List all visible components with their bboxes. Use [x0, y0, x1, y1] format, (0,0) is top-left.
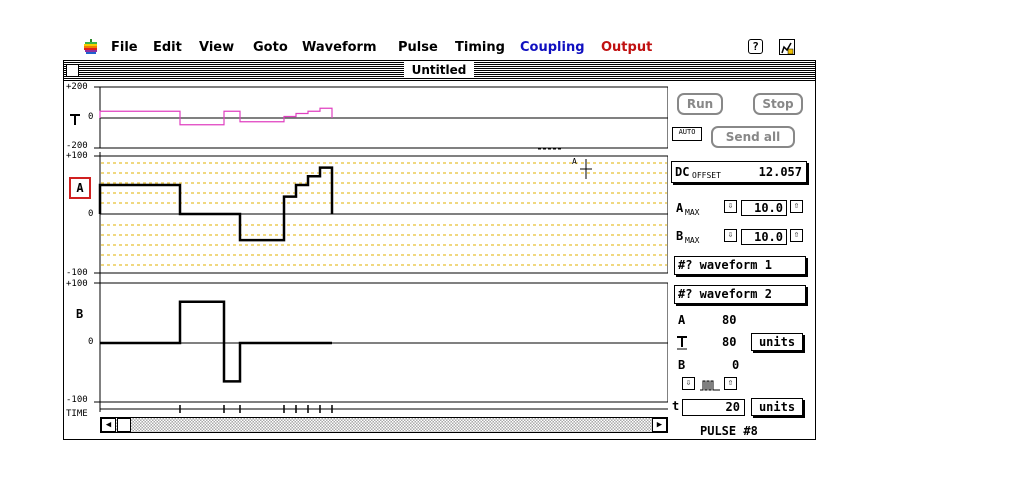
menu-goto[interactable]: Goto	[253, 40, 288, 55]
amax-value-field[interactable]: 10.0	[741, 200, 787, 216]
bmax-label: B	[676, 229, 684, 243]
dc-offset-sub: OFFSET	[692, 171, 721, 180]
pulse-width-down-arrow-icon[interactable]: ⇩	[682, 377, 695, 390]
pulse-number-label: PULSE #8	[700, 424, 758, 438]
bmax-value-field[interactable]: 10.0	[741, 229, 787, 245]
main-window: Untitled +200 0 -200 +100 A 0 -100 +100 …	[63, 60, 816, 440]
menu-view[interactable]: View	[199, 40, 234, 55]
amax-down-arrow-icon[interactable]: ⇩	[724, 200, 737, 213]
pulse-width-up-arrow-icon[interactable]: ⇧	[724, 377, 737, 390]
menu-edit[interactable]: Edit	[153, 40, 182, 55]
scroll-left-arrow-icon[interactable]: ◀	[101, 418, 116, 432]
menu-file[interactable]: File	[111, 40, 138, 55]
average-amplitude-value: 80	[722, 335, 737, 349]
a-amplitude-value: 80	[722, 313, 737, 327]
dc-offset-field[interactable]: DC OFFSET 12.057	[671, 161, 807, 183]
bmax-sub: MAX	[685, 236, 700, 245]
channel-b-waveform	[100, 300, 332, 383]
amplitude-units-button[interactable]: units	[751, 333, 803, 351]
amax-label: A	[676, 201, 684, 215]
time-scrollbar[interactable]: ◀ ▶	[100, 417, 668, 433]
help-icon[interactable]: ?	[748, 39, 763, 54]
b-amplitude-label: B	[678, 358, 686, 372]
menu-pulse[interactable]: Pulse	[398, 40, 438, 55]
menu-coupling[interactable]: Coupling	[520, 40, 585, 55]
amax-up-arrow-icon[interactable]: ⇧	[790, 200, 803, 213]
send-all-button[interactable]: Send all	[712, 127, 794, 147]
scroll-right-arrow-icon[interactable]: ▶	[652, 418, 667, 432]
apple-menu-icon[interactable]	[84, 39, 98, 55]
b-amplitude-value: 0	[732, 358, 740, 372]
waveform-2-selector[interactable]: #? waveform 2	[674, 285, 806, 304]
dc-offset-label: DC	[675, 165, 690, 179]
coupling-waveform	[99, 107, 333, 126]
time-units-button[interactable]: units	[751, 398, 803, 416]
bmax-down-arrow-icon[interactable]: ⇩	[724, 229, 737, 242]
pulse-width-icon	[700, 377, 720, 391]
time-label: t	[672, 399, 680, 413]
waveform-plots[interactable]: A	[64, 61, 668, 417]
time-value-field[interactable]: 20	[682, 399, 745, 416]
dc-offset-value: 12.057	[758, 165, 802, 179]
amax-sub: MAX	[685, 208, 700, 217]
a-amplitude-label: A	[678, 313, 686, 327]
run-button[interactable]: Run	[678, 94, 722, 114]
menu-bar: File Edit View Goto Waveform Pulse Timin…	[0, 36, 1024, 58]
waveform-1-selector[interactable]: #? waveform 1	[674, 256, 806, 275]
application-icon[interactable]	[779, 39, 795, 55]
cursor-channel-label: A	[572, 157, 577, 166]
bmax-up-arrow-icon[interactable]: ⇧	[790, 229, 803, 242]
crosshair-cursor-icon	[580, 159, 592, 179]
stop-button[interactable]: Stop	[754, 94, 802, 114]
average-amplitude-icon	[676, 335, 688, 350]
menu-waveform[interactable]: Waveform	[302, 40, 376, 55]
menu-output[interactable]: Output	[601, 40, 652, 55]
scroll-thumb[interactable]	[117, 418, 131, 432]
menu-timing[interactable]: Timing	[455, 40, 505, 55]
auto-toggle[interactable]: AUTO	[672, 127, 702, 141]
channel-a-waveform	[98, 166, 334, 242]
